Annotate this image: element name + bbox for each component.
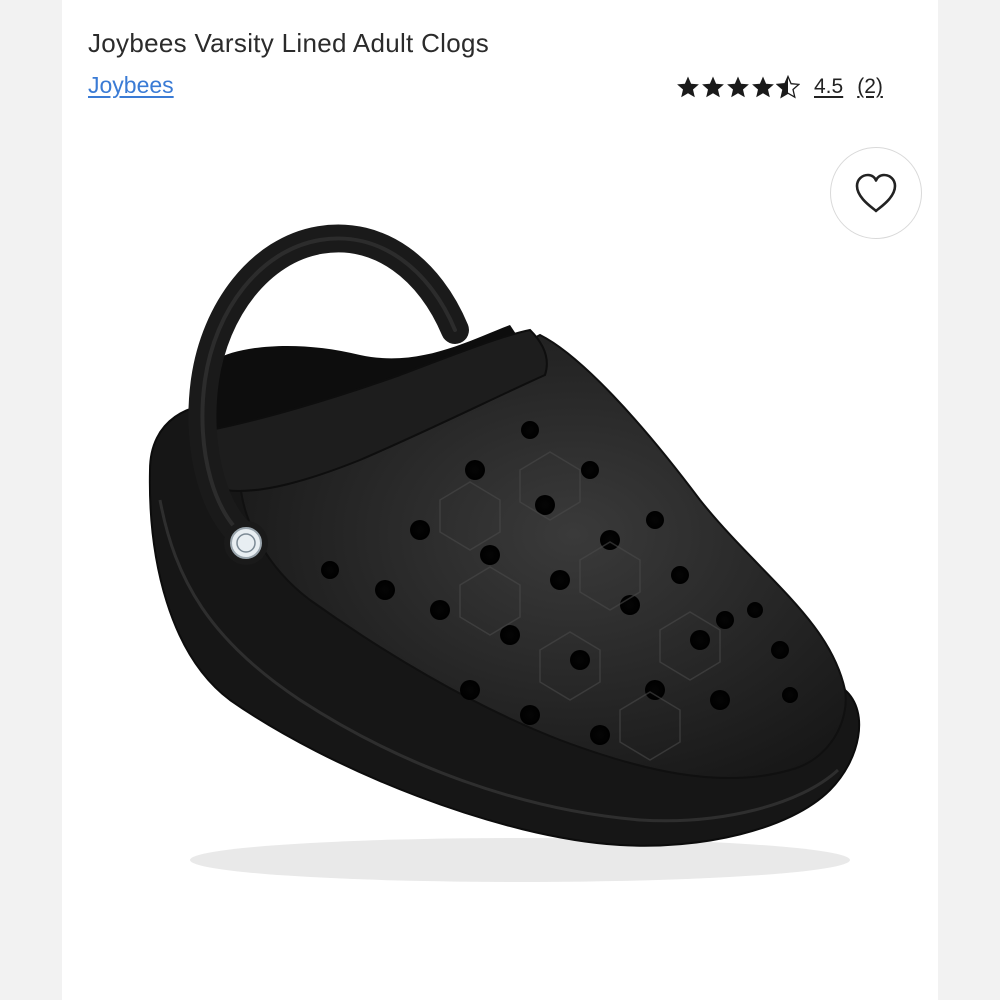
product-title: Joybees Varsity Lined Adult Clogs (88, 28, 490, 58)
star-full-icon (702, 76, 724, 98)
rating-summary: 4.5 (2) (676, 72, 883, 102)
star-half-icon (776, 75, 800, 99)
star-full-icon (752, 76, 774, 98)
brand-link[interactable]: Joybees (88, 72, 174, 99)
star-full-icon (727, 76, 749, 98)
rating-value-link[interactable]: 4.5 (814, 75, 843, 99)
product-image (148, 224, 861, 882)
star-full-icon (677, 76, 699, 98)
rivet-logo-icon (230, 527, 262, 559)
heart-outline-icon (855, 173, 897, 213)
shadow (190, 838, 850, 882)
star-rating (676, 75, 800, 99)
review-count-link[interactable]: (2) (857, 75, 883, 99)
